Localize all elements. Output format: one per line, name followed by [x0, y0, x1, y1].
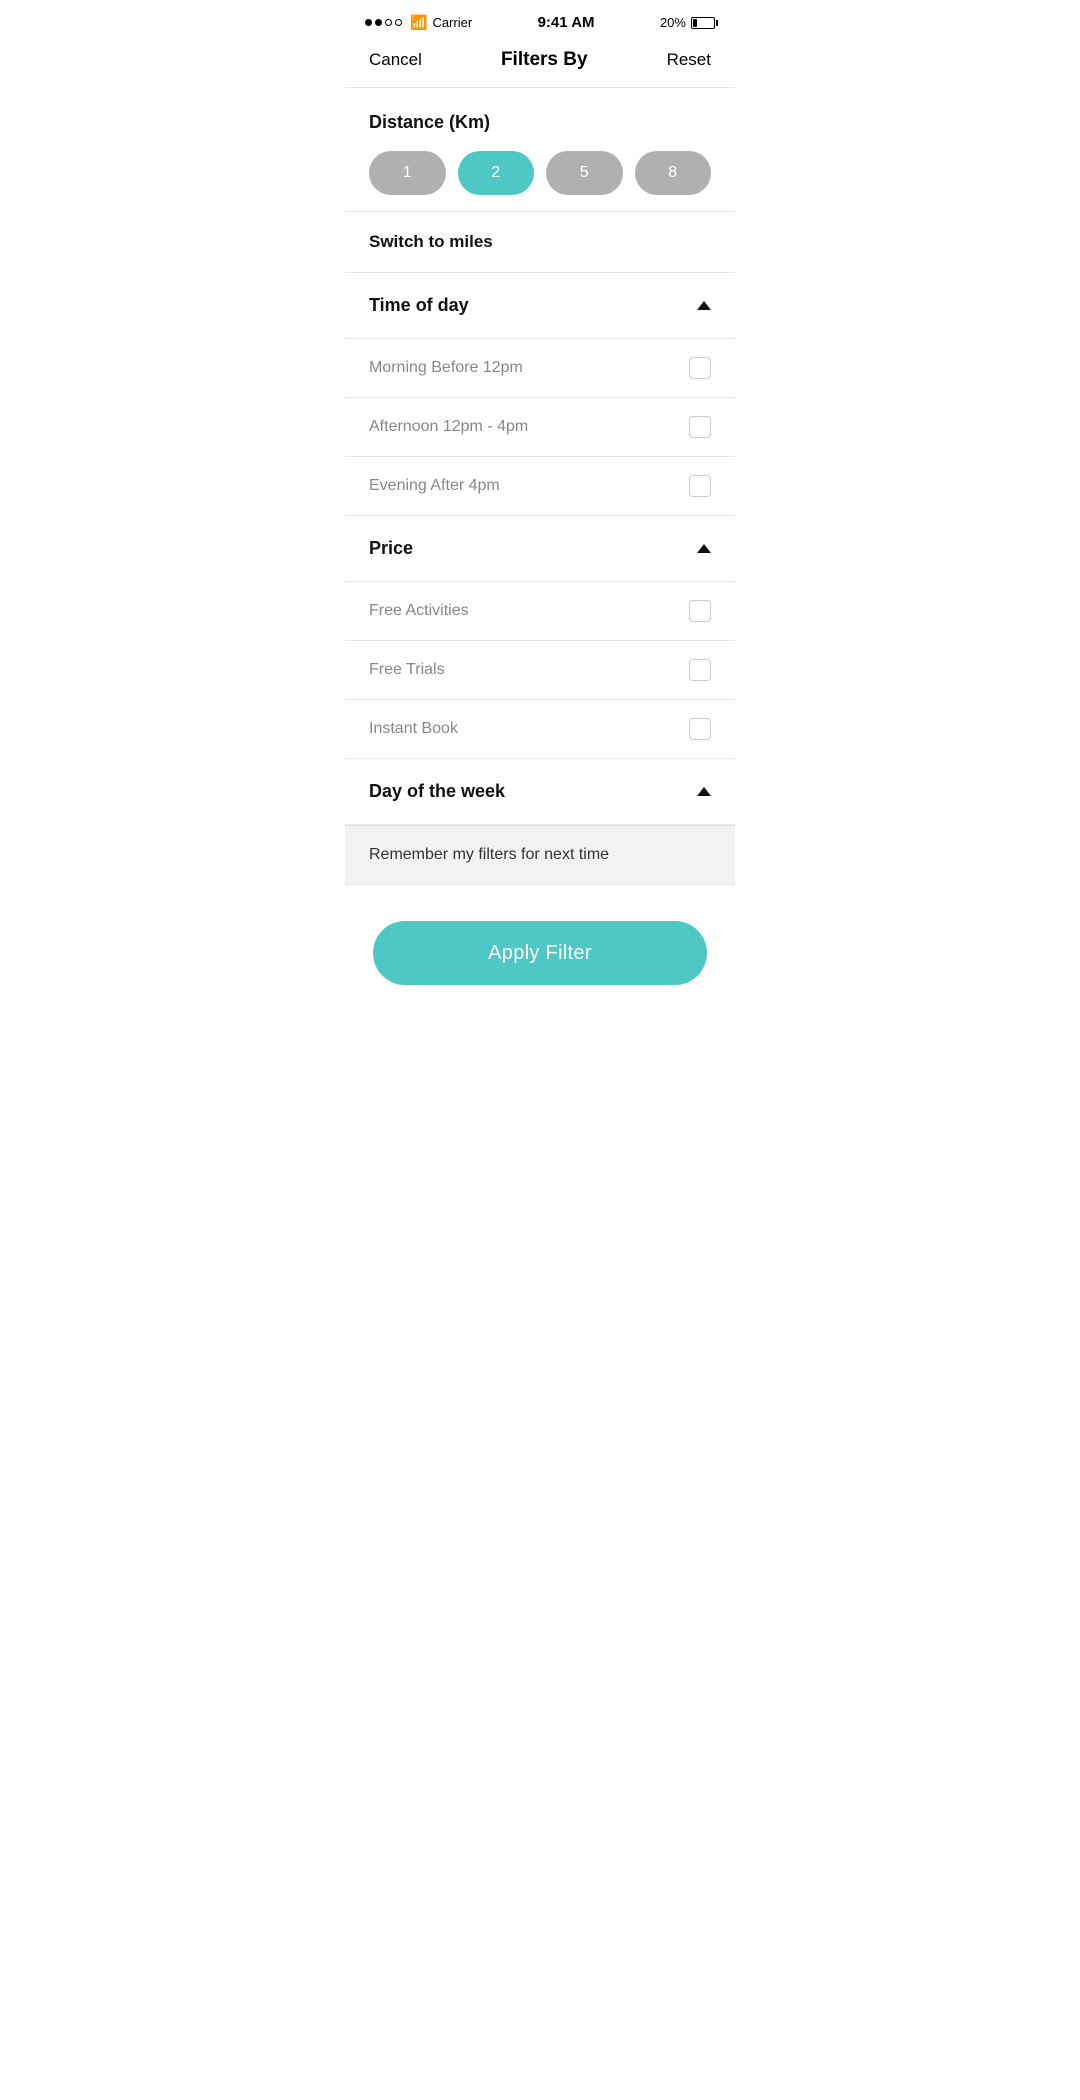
filter-item-free-activities[interactable]: Free Activities [345, 581, 735, 640]
status-time: 9:41 AM [538, 14, 595, 31]
day-of-week-section: Day of the week [345, 759, 735, 825]
distance-pill-2km[interactable]: 2 [458, 151, 535, 195]
signal-dot-4 [395, 19, 402, 26]
distance-title: Distance (Km) [369, 112, 711, 133]
filter-item-instant-book[interactable]: Instant Book [345, 699, 735, 758]
free-trials-label: Free Trials [369, 661, 445, 679]
time-of-day-title: Time of day [369, 295, 469, 316]
distance-pills: 1 2 5 8 [369, 151, 711, 195]
distance-section: Distance (Km) 1 2 5 8 [345, 88, 735, 212]
cancel-button[interactable]: Cancel [369, 50, 422, 70]
apply-filter-button[interactable]: Apply Filter [373, 921, 707, 985]
price-chevron-icon [697, 544, 711, 553]
filter-content: Distance (Km) 1 2 5 8 Switch to miles Ti… [345, 88, 735, 1021]
battery-fill [693, 19, 697, 27]
morning-label: Morning Before 12pm [369, 359, 523, 377]
signal-dot-3 [385, 19, 392, 26]
distance-pill-1km[interactable]: 1 [369, 151, 446, 195]
day-of-week-title: Day of the week [369, 781, 505, 802]
status-right: 20% [660, 15, 715, 30]
status-bar: 📶 Carrier 9:41 AM 20% [345, 0, 735, 39]
free-trials-checkbox[interactable] [689, 659, 711, 681]
time-of-day-section: Time of day Morning Before 12pm Afternoo… [345, 273, 735, 516]
apply-button-wrapper: Apply Filter [345, 885, 735, 1021]
filter-item-free-trials[interactable]: Free Trials [345, 640, 735, 699]
morning-checkbox[interactable] [689, 357, 711, 379]
filter-item-morning[interactable]: Morning Before 12pm [345, 338, 735, 397]
evening-checkbox[interactable] [689, 475, 711, 497]
day-of-week-chevron-icon [697, 787, 711, 796]
remember-filters-label: Remember my filters for next time [369, 846, 609, 863]
battery-icon [691, 17, 715, 29]
nav-header: Cancel Filters By Reset [345, 39, 735, 88]
time-of-day-header[interactable]: Time of day [345, 273, 735, 338]
filter-item-evening[interactable]: Evening After 4pm [345, 456, 735, 515]
signal-dot-2 [375, 19, 382, 26]
free-activities-label: Free Activities [369, 602, 469, 620]
remember-filters-bar[interactable]: Remember my filters for next time [345, 825, 735, 885]
price-title: Price [369, 538, 413, 559]
switch-to-miles[interactable]: Switch to miles [345, 212, 735, 273]
signal-dots [365, 19, 402, 26]
status-left: 📶 Carrier [365, 14, 472, 31]
afternoon-label: Afternoon 12pm - 4pm [369, 418, 528, 436]
distance-pill-5km[interactable]: 5 [546, 151, 623, 195]
carrier-label: Carrier [432, 15, 472, 30]
battery-percentage: 20% [660, 15, 686, 30]
afternoon-checkbox[interactable] [689, 416, 711, 438]
price-header[interactable]: Price [345, 516, 735, 581]
free-activities-checkbox[interactable] [689, 600, 711, 622]
time-of-day-chevron-icon [697, 301, 711, 310]
evening-label: Evening After 4pm [369, 477, 500, 495]
battery-body [691, 17, 715, 29]
instant-book-checkbox[interactable] [689, 718, 711, 740]
filter-item-afternoon[interactable]: Afternoon 12pm - 4pm [345, 397, 735, 456]
page-title: Filters By [501, 49, 588, 71]
price-section: Price Free Activities Free Trials Instan… [345, 516, 735, 759]
reset-button[interactable]: Reset [667, 50, 711, 70]
signal-dot-1 [365, 19, 372, 26]
instant-book-label: Instant Book [369, 720, 458, 738]
wifi-icon: 📶 [410, 14, 427, 31]
day-of-week-header[interactable]: Day of the week [345, 759, 735, 824]
distance-pill-8km[interactable]: 8 [635, 151, 712, 195]
